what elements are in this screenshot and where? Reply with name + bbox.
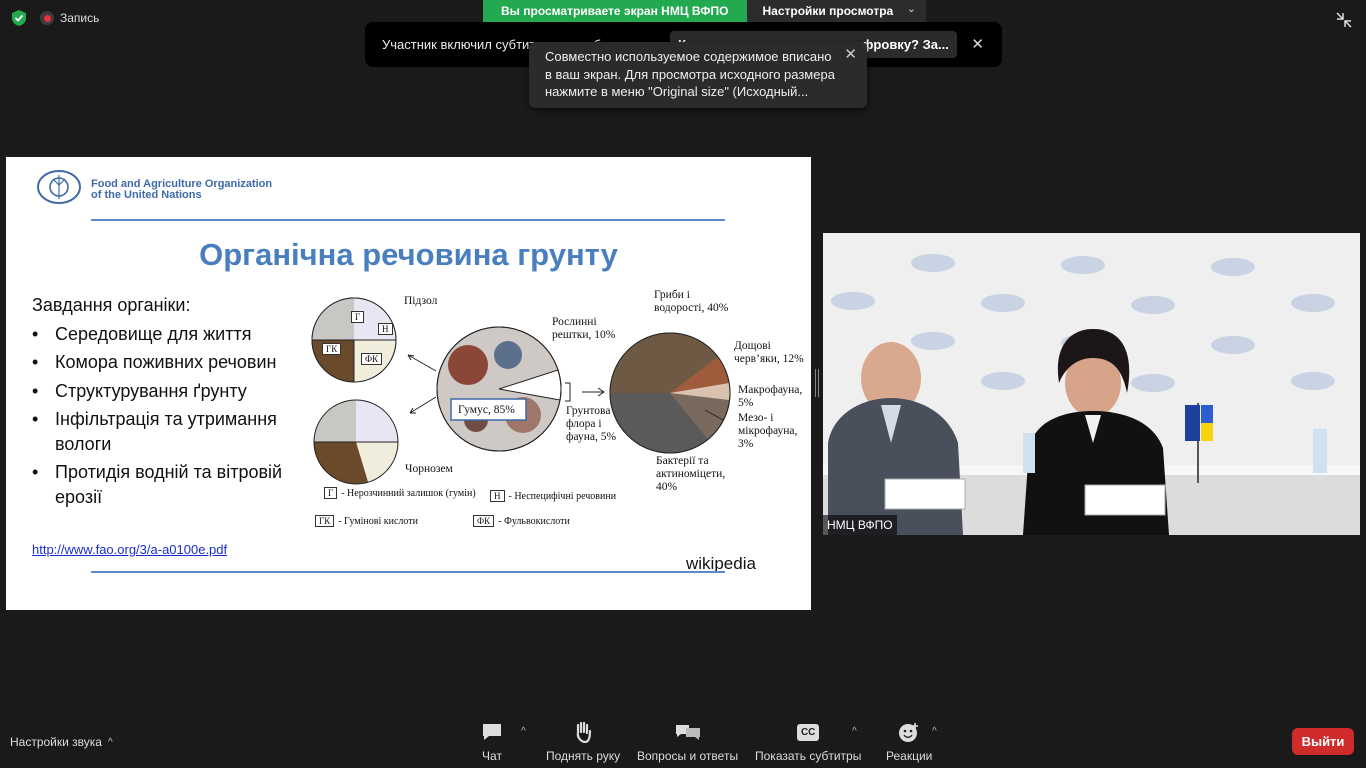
list-item: Інфільтрація та утримання вологи <box>32 407 300 456</box>
security-shield-icon[interactable] <box>10 9 28 27</box>
recording-indicator[interactable]: Запись <box>40 11 99 25</box>
fungi-label: Гриби і водорості, 40% <box>654 289 729 314</box>
show-captions-button[interactable]: CC Показать субтитры <box>755 721 861 763</box>
podzol-label: Підзол <box>404 295 438 307</box>
legend-item: ФК - Фульвокислоти <box>473 515 570 527</box>
top-left-status: Запись <box>10 9 99 27</box>
chat-icon <box>481 721 503 743</box>
pie-code-n: Н <box>378 323 393 335</box>
list-item: Комора поживних речовин <box>32 350 300 375</box>
fao-org-name: Food and Agriculture Organization of the… <box>91 179 272 201</box>
audio-settings-label: Настройки звука <box>10 735 102 749</box>
chevron-down-icon: ⌄ <box>907 4 916 15</box>
tasks-list: Середовище для життя Комора поживних реч… <box>32 322 300 510</box>
tasks-block: Завдання органіки: Середовище для життя … <box>32 293 300 513</box>
list-item: Середовище для життя <box>32 322 300 347</box>
pie-code-g: Г <box>351 311 365 323</box>
chevron-up-icon: ^ <box>107 736 113 748</box>
qa-button[interactable]: Вопросы и ответы <box>637 721 738 763</box>
fao-pdf-link[interactable]: http://www.fao.org/3/a-a0100e.pdf <box>32 542 227 557</box>
org-name-line-2: of the United Nations <box>91 189 202 201</box>
reactions-options-caret-icon[interactable]: ^ <box>932 726 937 737</box>
humus-circle <box>436 326 562 452</box>
record-icon <box>40 11 54 25</box>
participant-video[interactable]: НМЦ ВФПО <box>823 233 1360 535</box>
macrofauna-label: Макрофауна, 5% <box>738 384 803 409</box>
earthworms-label: Дощові черв’яки, 12% <box>734 340 804 365</box>
captions-icon: CC <box>796 721 820 743</box>
list-item: Протидія водній та вітровій ерозії <box>32 460 300 509</box>
chernozem-label: Чорнозем <box>405 463 453 475</box>
pie-code-gk: ГК <box>322 343 342 355</box>
bacteria-label: Бактерії та актиноміцети, 40% <box>656 455 726 493</box>
view-settings-label: Настройки просмотра <box>762 4 894 18</box>
chat-label: Чат <box>482 749 502 763</box>
reactions-label: Реакции <box>886 749 933 763</box>
view-settings-button[interactable]: Настройки просмотра ⌄ <box>746 0 926 22</box>
close-tooltip-icon[interactable]: ✕ <box>844 46 857 64</box>
organisms-circle <box>609 332 731 454</box>
chernozem-pie <box>313 399 399 485</box>
shared-screen-slide: Food and Agriculture Organization of the… <box>6 157 811 610</box>
raise-hand-label: Поднять руку <box>546 749 621 763</box>
legend-item: Г - Нерозчинний залишок (гумін) <box>324 487 476 499</box>
soil-organic-matter-diagram: Підзол Чорнозем Рослинні рештки, 10% Гум… <box>308 285 808 535</box>
fao-logo-icon <box>37 170 81 204</box>
video-frame-image <box>823 233 1360 535</box>
show-captions-label: Показать субтитры <box>755 749 862 763</box>
exit-fullscreen-icon[interactable] <box>1336 12 1352 28</box>
reactions-icon <box>898 721 920 743</box>
tasks-heading: Завдання органіки: <box>32 295 191 315</box>
tooltip-line-2: в ваш экран. Для просмотра исходного раз… <box>545 66 835 82</box>
fit-to-screen-tooltip: Совместно используемое содержимое вписан… <box>529 42 867 108</box>
footer-divider <box>91 571 725 573</box>
captions-options-caret-icon[interactable]: ^ <box>852 726 857 737</box>
soil-flora-label: Грунтова флора і фауна, 5% <box>566 405 617 443</box>
meso-label: Мезо- і мікрофауна, 3% <box>738 412 798 450</box>
viewing-screen-label: Вы просматриваете экран НМЦ ВФПО <box>483 0 747 22</box>
header-divider <box>91 219 725 221</box>
audio-settings-button[interactable]: Настройки звука ^ <box>10 735 113 749</box>
reactions-button[interactable]: Реакции <box>886 721 932 763</box>
chat-button[interactable]: Чат <box>481 721 503 763</box>
chat-options-caret-icon[interactable]: ^ <box>521 726 526 737</box>
participant-name-label: НМЦ ВФПО <box>823 515 897 535</box>
pie-code-fk: ФК <box>361 353 383 365</box>
resize-splitter[interactable] <box>815 369 819 397</box>
qa-label: Вопросы и ответы <box>637 749 739 763</box>
legend-item: ГК - Гумінові кислоти <box>315 515 418 527</box>
share-banner: Вы просматриваете экран НМЦ ВФПО Настрой… <box>483 0 926 22</box>
raise-hand-button[interactable]: Поднять руку <box>546 721 620 763</box>
list-item: Структурування ґрунту <box>32 379 300 404</box>
record-label: Запись <box>60 11 100 25</box>
slide-title: Органічна речовина грунту <box>199 237 618 272</box>
qa-icon <box>675 721 701 743</box>
humus-label: Гумус, 85% <box>458 404 515 416</box>
raise-hand-icon <box>573 721 593 743</box>
tooltip-line-1: Совместно используемое содержимое вписан… <box>545 49 832 64</box>
legend-item: Н - Неспецифічні речовини <box>490 490 616 502</box>
tooltip-line-3: нажмите в меню "Original size" (Исходный… <box>545 84 809 99</box>
plant-residue-label: Рослинні рештки, 10% <box>552 316 616 341</box>
close-notification-icon[interactable]: ✕ <box>971 35 984 53</box>
leave-button[interactable]: Выйти <box>1292 728 1354 755</box>
